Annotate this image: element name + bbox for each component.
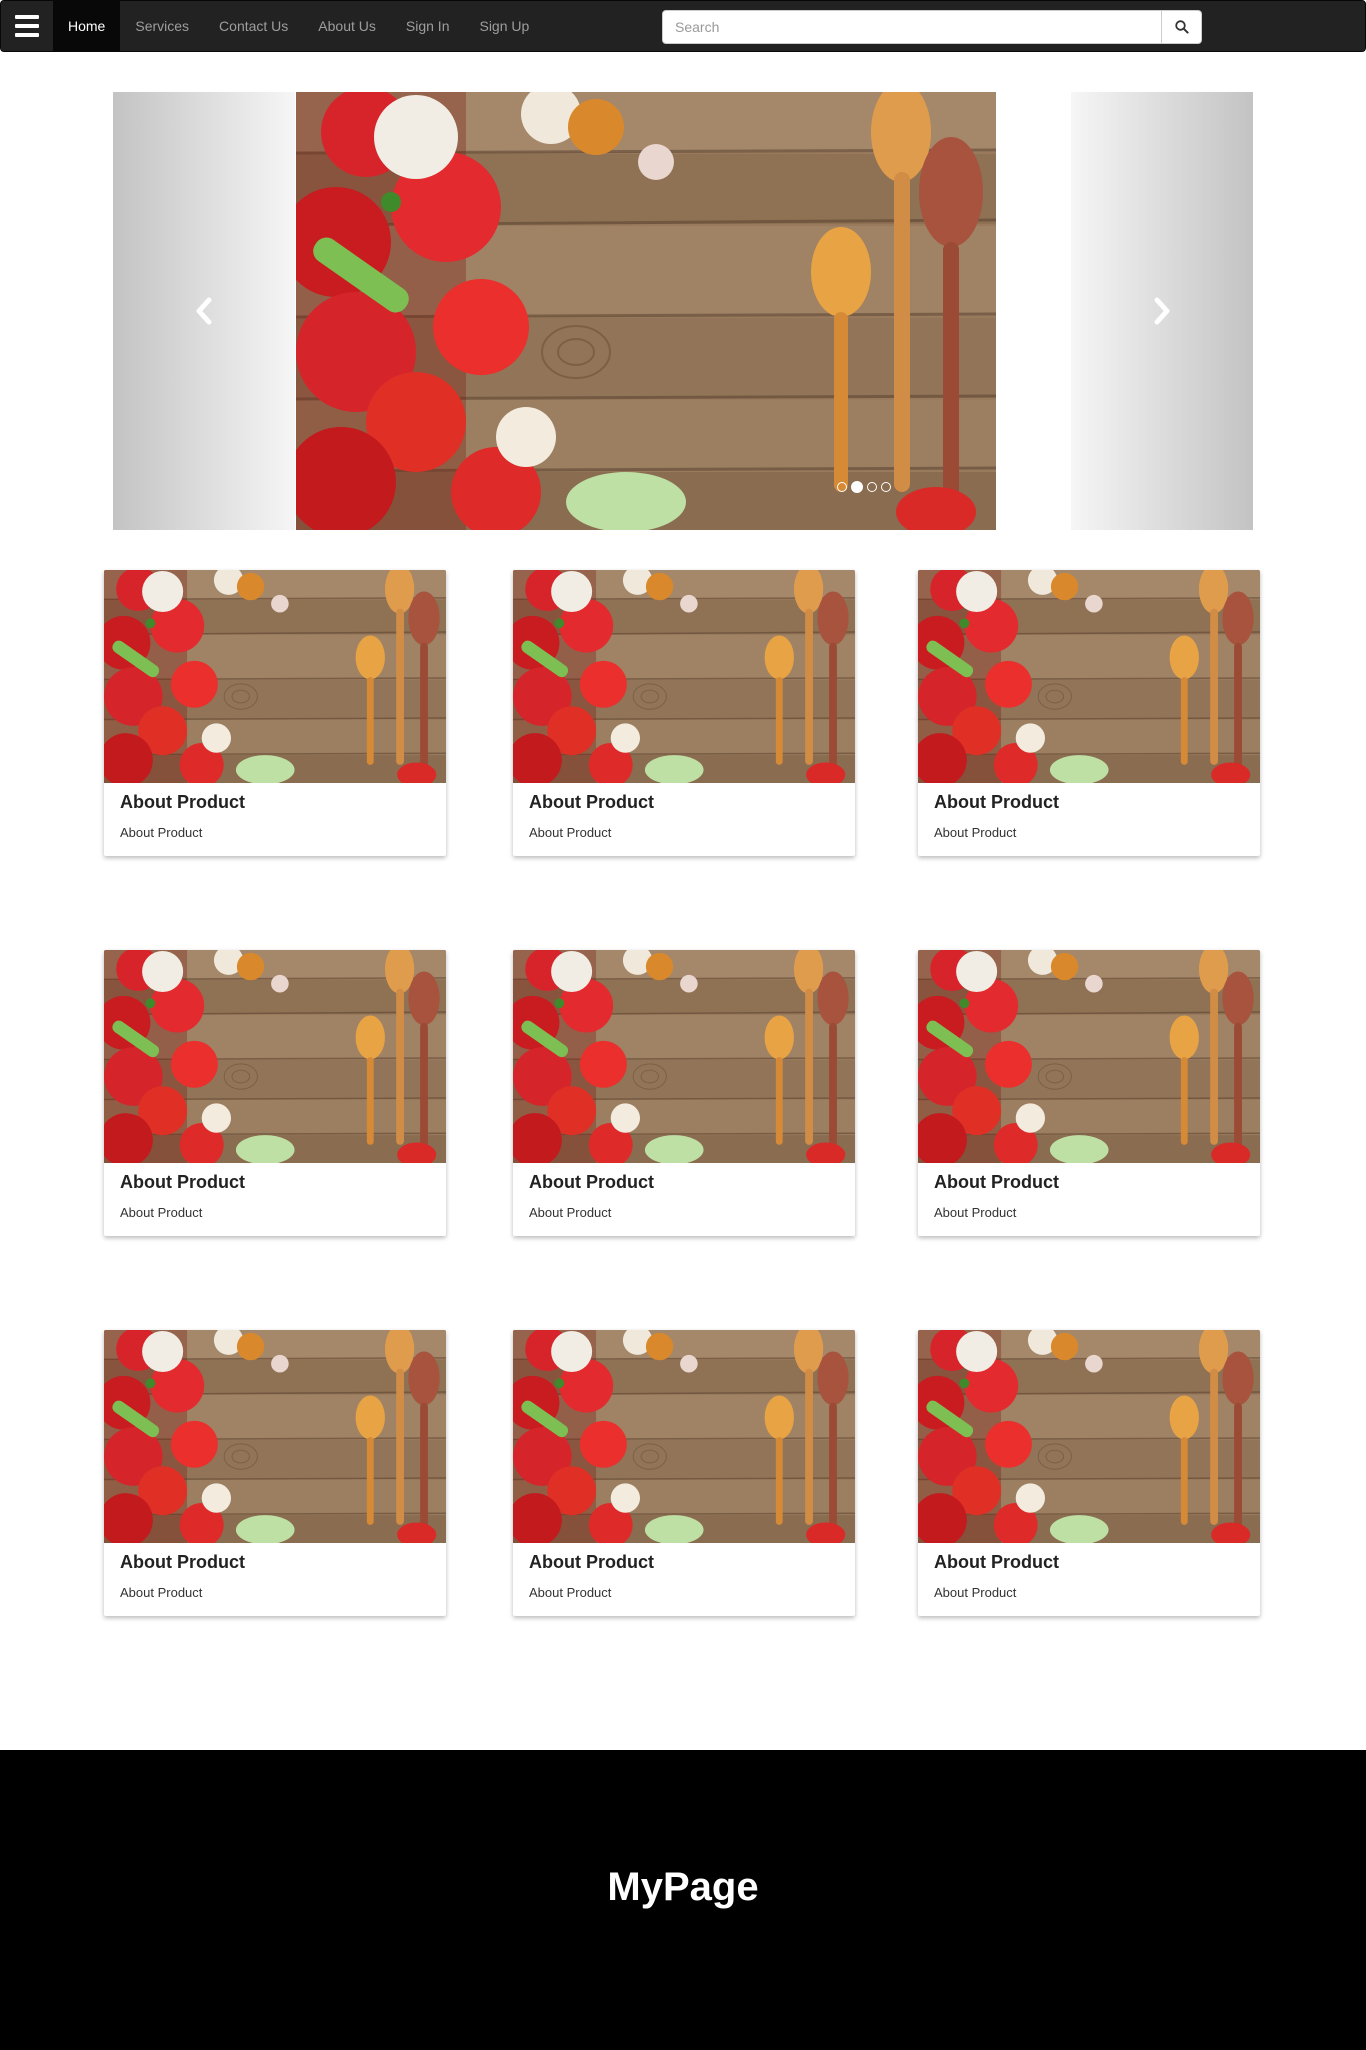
carousel-indicators [837, 481, 891, 493]
product-image [918, 570, 1260, 783]
chevron-right-icon [1154, 297, 1170, 325]
product-title: About Product [120, 1552, 245, 1572]
nav-link-services[interactable]: Services [120, 1, 204, 51]
product-image [918, 950, 1260, 1163]
page-footer: MyPage [0, 1750, 1366, 2050]
carousel-indicator-dot[interactable] [881, 482, 891, 492]
product-text: About Product [120, 825, 203, 840]
product-title: About Product [120, 1172, 245, 1192]
product-card[interactable]: About Product About Product [918, 950, 1260, 1236]
product-text: About Product [934, 1205, 1017, 1220]
product-title: About Product [529, 792, 654, 812]
product-text: About Product [529, 1205, 612, 1220]
product-card[interactable]: About Product About Product [918, 1330, 1260, 1616]
product-image [513, 1330, 855, 1543]
product-card[interactable]: About Product About Product [513, 1330, 855, 1616]
footer-title: MyPage [607, 1865, 759, 1909]
search-input[interactable] [662, 10, 1162, 44]
product-card[interactable]: About Product About Product [513, 950, 855, 1236]
nav-link-contact-us[interactable]: Contact Us [204, 1, 303, 51]
carousel-prev-button[interactable] [113, 92, 295, 530]
carousel-slide-image [296, 92, 996, 530]
product-image [104, 570, 446, 783]
search-button[interactable] [1162, 10, 1202, 44]
product-text: About Product [934, 1585, 1017, 1600]
product-card[interactable]: About Product About Product [104, 570, 446, 856]
nav-link-home[interactable]: Home [53, 1, 121, 51]
carousel-indicator-dot[interactable] [867, 482, 877, 492]
product-title: About Product [934, 1552, 1059, 1572]
carousel-next-button[interactable] [1071, 92, 1253, 530]
product-title: About Product [529, 1552, 654, 1572]
hamburger-bar [15, 15, 39, 19]
product-text: About Product [120, 1205, 203, 1220]
chevron-left-icon [196, 297, 212, 325]
search-box [662, 10, 1202, 44]
vegetables-photo [296, 92, 996, 530]
product-image [513, 570, 855, 783]
product-text: About Product [529, 1585, 612, 1600]
product-title: About Product [529, 1172, 654, 1192]
nav-link-sign-up[interactable]: Sign Up [464, 1, 544, 51]
hamburger-menu-icon[interactable] [15, 11, 45, 41]
top-navbar: Home Services Contact Us About Us Sign I… [0, 0, 1366, 52]
product-card[interactable]: About Product About Product [104, 1330, 446, 1616]
product-title: About Product [120, 792, 245, 812]
carousel-indicator-dot[interactable] [851, 481, 863, 493]
nav-link-about-us[interactable]: About Us [303, 1, 391, 51]
product-text: About Product [529, 825, 612, 840]
search-icon [1174, 20, 1189, 34]
product-card[interactable]: About Product About Product [918, 570, 1260, 856]
product-card[interactable]: About Product About Product [513, 570, 855, 856]
nav-link-sign-in[interactable]: Sign In [391, 1, 465, 51]
carousel-indicator-dot[interactable] [837, 482, 847, 492]
nav-links: Home Services Contact Us About Us Sign I… [53, 1, 544, 51]
product-image [104, 1330, 446, 1543]
hamburger-bar [15, 33, 39, 37]
product-title: About Product [934, 792, 1059, 812]
product-image [513, 950, 855, 1163]
product-text: About Product [120, 1585, 203, 1600]
hamburger-bar [15, 24, 39, 28]
product-image [104, 950, 446, 1163]
image-carousel [113, 92, 1253, 530]
product-card[interactable]: About Product About Product [104, 950, 446, 1236]
product-image [918, 1330, 1260, 1543]
product-title: About Product [934, 1172, 1059, 1192]
product-text: About Product [934, 825, 1017, 840]
